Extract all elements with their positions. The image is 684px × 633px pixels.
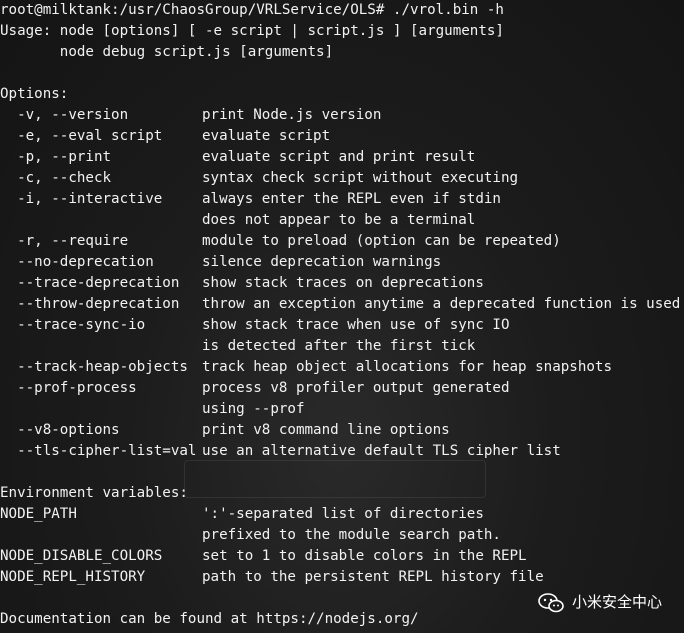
env-name: NODE_DISABLE_COLORS xyxy=(0,548,163,564)
option-flag: --throw-deprecation xyxy=(0,296,180,312)
terminal-window[interactable]: root@milktank:/usr/ChaosGroup/VRLService… xyxy=(0,0,684,633)
option-flag: --trace-deprecation xyxy=(0,275,180,291)
option-flag: --tls-cipher-list=val xyxy=(0,443,197,459)
option-flag: -p, --print xyxy=(0,149,112,165)
option-desc: use an alternative default TLS cipher li… xyxy=(202,443,561,459)
option-flag: -r, --require xyxy=(0,233,129,249)
option-flag: --no-deprecation xyxy=(0,254,154,270)
watermark: 小米安全中心 xyxy=(538,592,662,613)
env-row: NODE_DISABLE_COLORS set to 1 to disable … xyxy=(0,546,527,567)
env-desc: path to the persistent REPL history file xyxy=(202,569,544,585)
option-desc: using --prof xyxy=(202,401,305,417)
option-row: does not appear to be a terminal xyxy=(0,210,475,231)
option-row: -i, --interactive always enter the REPL … xyxy=(0,189,501,210)
background-password-box xyxy=(184,460,486,498)
option-desc: print v8 command line options xyxy=(202,422,450,438)
option-row: -r, --require module to preload (option … xyxy=(0,231,561,252)
option-desc: track heap object allocations for heap s… xyxy=(202,359,612,375)
wechat-icon xyxy=(538,592,564,612)
option-desc: does not appear to be a terminal xyxy=(202,212,476,228)
option-row: is detected after the first tick xyxy=(0,336,475,357)
option-flag: --track-heap-objects xyxy=(0,359,188,375)
options-header: Options: xyxy=(0,86,69,102)
option-row: -p, --print evaluate script and print re… xyxy=(0,147,475,168)
option-flag: -e, --eval script xyxy=(0,128,163,144)
option-desc: syntax check script without executing xyxy=(202,170,519,186)
option-desc: print Node.js version xyxy=(202,107,382,123)
option-desc: silence deprecation warnings xyxy=(202,254,442,270)
usage-line: node debug script.js [arguments] xyxy=(0,44,334,60)
option-flag: -i, --interactive xyxy=(0,191,163,207)
option-flag: -c, --check xyxy=(0,170,112,186)
env-name: NODE_PATH xyxy=(0,506,77,522)
option-desc: is detected after the first tick xyxy=(202,338,476,354)
env-desc: set to 1 to disable colors in the REPL xyxy=(202,548,527,564)
option-row: using --prof xyxy=(0,399,305,420)
usage-line: Usage: node [options] [ -e script | scri… xyxy=(0,23,504,39)
option-desc: evaluate script xyxy=(202,128,331,144)
option-desc: module to preload (option can be repeate… xyxy=(202,233,561,249)
option-desc: show stack trace when use of sync IO xyxy=(202,317,510,333)
option-row: --trace-sync-io show stack trace when us… xyxy=(0,315,509,336)
watermark-text: 小米安全中心 xyxy=(571,593,662,611)
terminal-output: root@milktank:/usr/ChaosGroup/VRLService… xyxy=(0,0,680,630)
option-row: --track-heap-objects track heap object a… xyxy=(0,357,612,378)
option-row: --tls-cipher-list=val use an alternative… xyxy=(0,441,561,462)
option-flag: --v8-options xyxy=(0,422,120,438)
command-prompt: root@milktank:/usr/ChaosGroup/VRLService… xyxy=(0,2,504,18)
env-row: NODE_PATH ':'-separated list of director… xyxy=(0,504,484,525)
blank-line xyxy=(0,63,51,84)
option-row: --no-deprecation silence deprecation war… xyxy=(0,252,441,273)
option-flag: --trace-sync-io xyxy=(0,317,146,333)
env-desc: ':'-separated list of directories xyxy=(202,506,484,522)
option-row: -c, --check syntax check script without … xyxy=(0,168,518,189)
env-header: Environment variables: xyxy=(0,485,188,501)
env-row: prefixed to the module search path. xyxy=(0,525,501,546)
env-name: NODE_REPL_HISTORY xyxy=(0,569,146,585)
option-row: -e, --eval script evaluate script xyxy=(0,126,330,147)
option-row: -v, --version print Node.js version xyxy=(0,105,381,126)
blank-line xyxy=(0,462,51,483)
option-row: --throw-deprecation throw an exception a… xyxy=(0,294,680,315)
option-flag: -v, --version xyxy=(0,107,129,123)
blank-line xyxy=(0,588,51,609)
option-row: --trace-deprecation show stack traces on… xyxy=(0,273,484,294)
option-row: --prof-process process v8 profiler outpu… xyxy=(0,378,509,399)
option-desc: throw an exception anytime a deprecated … xyxy=(202,296,681,312)
option-desc: process v8 profiler output generated xyxy=(202,380,510,396)
env-row: NODE_REPL_HISTORY path to the persistent… xyxy=(0,567,544,588)
option-desc: show stack traces on deprecations xyxy=(202,275,484,291)
option-flag: --prof-process xyxy=(0,380,137,396)
option-row: --v8-options print v8 command line optio… xyxy=(0,420,450,441)
env-desc: prefixed to the module search path. xyxy=(202,527,501,543)
command-line: root@milktank:/usr/ChaosGroup/VRLService… xyxy=(0,0,504,21)
option-desc: always enter the REPL even if stdin xyxy=(202,191,501,207)
documentation-line: Documentation can be found at https://no… xyxy=(0,611,419,627)
option-desc: evaluate script and print result xyxy=(202,149,476,165)
